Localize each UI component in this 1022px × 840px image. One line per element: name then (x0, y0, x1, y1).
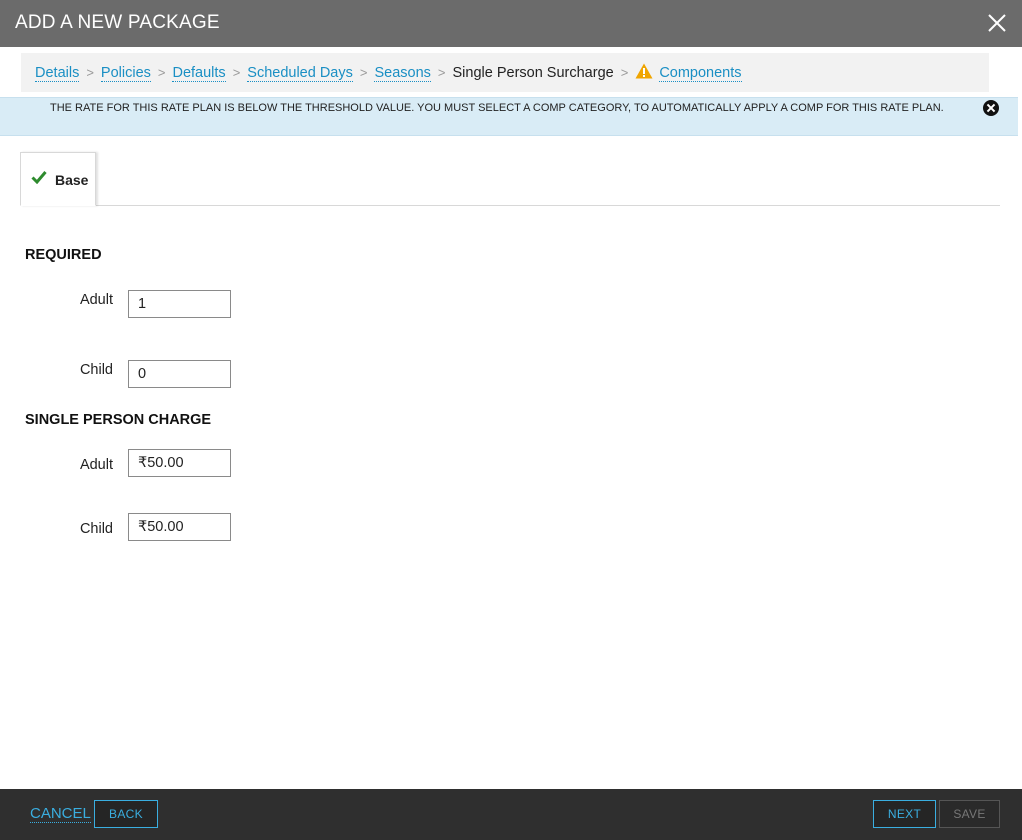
breadcrumb-seasons[interactable]: Seasons (374, 65, 431, 82)
tab-bar: Base (20, 152, 1000, 206)
dialog-title-bar: ADD A NEW PACKAGE (0, 0, 1022, 47)
checkmark-icon (31, 170, 47, 189)
charge-child-label: Child (79, 521, 113, 537)
breadcrumb-separator: > (232, 65, 241, 80)
close-icon[interactable] (986, 12, 1008, 34)
breadcrumb-details[interactable]: Details (35, 65, 80, 82)
breadcrumb-separator: > (359, 65, 368, 80)
charge-child-input[interactable] (128, 513, 231, 541)
breadcrumb-separator: > (157, 65, 166, 80)
breadcrumb-scheduled-days[interactable]: Scheduled Days (247, 65, 353, 82)
required-child-label: Child (79, 362, 113, 378)
warning-icon (635, 63, 653, 83)
cancel-button[interactable]: CANCEL (30, 805, 91, 823)
charge-adult-input[interactable] (128, 449, 231, 477)
charge-adult-label: Adult (79, 457, 113, 473)
required-child-input[interactable] (128, 360, 231, 388)
breadcrumb: Details > Policies > Defaults > Scheduled Days… (21, 53, 989, 92)
required-adult-label: Adult (79, 292, 113, 308)
dismiss-alert-icon[interactable] (983, 100, 999, 116)
breadcrumb-policies[interactable]: Policies (100, 65, 151, 82)
breadcrumb-components[interactable]: Components (659, 65, 742, 82)
dialog-footer: CANCEL BACK NEXT SAVE (0, 789, 1022, 840)
dialog-title: ADD A NEW PACKAGE (15, 12, 220, 33)
breadcrumb-separator: > (86, 65, 94, 80)
single-person-charge-heading: SINGLE PERSON CHARGE (25, 412, 212, 428)
required-heading: REQUIRED (25, 247, 102, 263)
tab-base-label: Base (55, 172, 89, 188)
threshold-alert: THE RATE FOR THIS RATE PLAN IS BELOW THE… (0, 97, 1018, 136)
save-button[interactable]: SAVE (939, 800, 1000, 828)
next-button[interactable]: NEXT (873, 800, 936, 828)
breadcrumb-separator: > (620, 65, 629, 80)
tab-base[interactable]: Base (20, 152, 96, 206)
breadcrumb-separator: > (437, 65, 446, 80)
alert-message: THE RATE FOR THIS RATE PLAN IS BELOW THE… (50, 102, 944, 114)
breadcrumb-single-person-surcharge: Single Person Surcharge (452, 65, 614, 81)
back-button[interactable]: BACK (94, 800, 158, 828)
breadcrumb-defaults[interactable]: Defaults (172, 65, 226, 82)
required-adult-input[interactable] (128, 290, 231, 318)
